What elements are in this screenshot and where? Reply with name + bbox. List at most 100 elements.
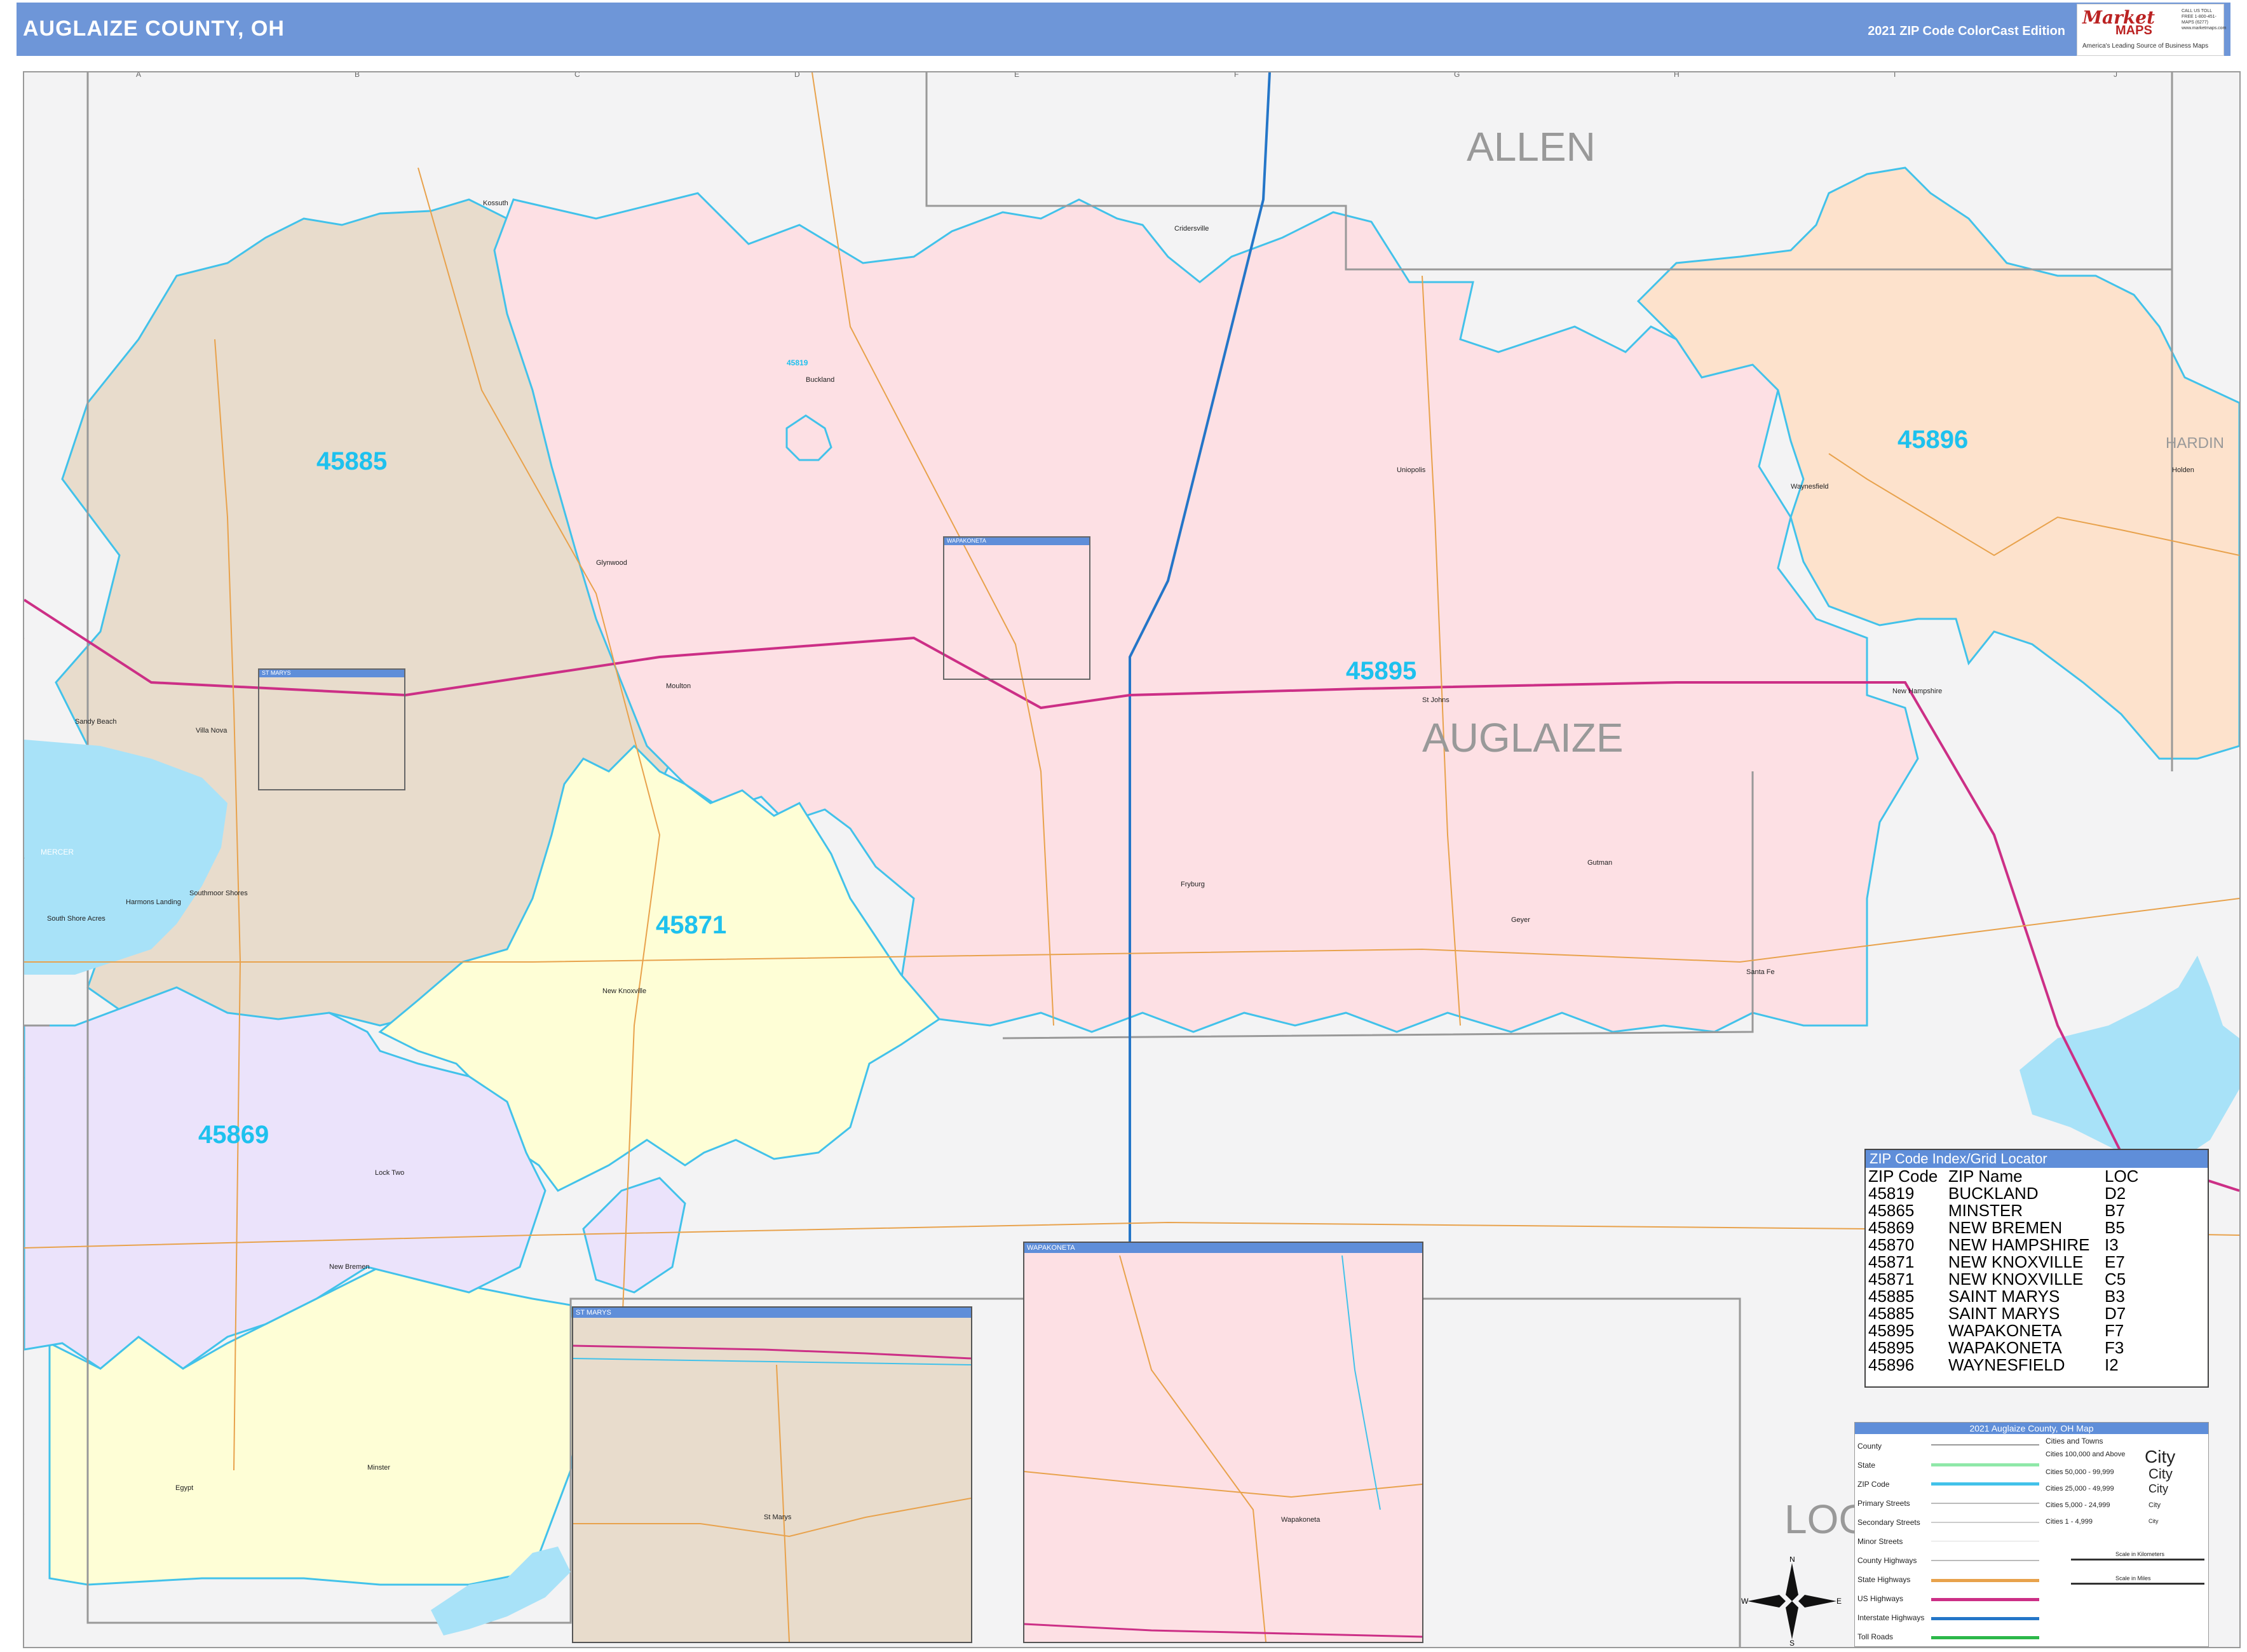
town-santa-fe: Santa Fe: [1746, 968, 1775, 976]
county-label-hardin: HARDIN: [2166, 435, 2225, 452]
map-legend: 2021 Auglaize County, OH Map County Stat…: [1854, 1422, 2209, 1647]
legend-swatch-secondary: [1931, 1522, 2039, 1523]
inset-box-st-marys[interactable]: ST MARYS: [258, 668, 405, 790]
zip-index-title: ZIP Code Index/Grid Locator: [1866, 1150, 2208, 1168]
zip-index-row: 45865 MINSTER B7: [1868, 1202, 2142, 1219]
zip-index-loc: B7: [2105, 1201, 2125, 1220]
zip-index-zip: 45895: [1868, 1321, 1915, 1340]
zip-index-loc: F3: [2105, 1338, 2124, 1357]
zip-index-loc: E7: [2105, 1252, 2125, 1271]
zip-index-row: 45885 SAINT MARYS D7: [1868, 1305, 2142, 1322]
legend-swatch-interstate: [1931, 1617, 2039, 1620]
legend-swatch-state-hwy: [1931, 1579, 2039, 1582]
legend-item-minor-streets: Minor Streets: [1857, 1537, 1903, 1546]
town-sandy-beach: Sandy Beach: [75, 718, 117, 726]
legend-city-class-5: Cities 1 - 4,999: [2046, 1518, 2093, 1526]
zip-index-table: ZIP Code Index/Grid Locator ZIP Code ZIP…: [1864, 1149, 2209, 1388]
legend-swatch-zip: [1931, 1482, 2039, 1486]
zip-label-45871: 45871: [656, 911, 727, 939]
zip-index-name: BUCKLAND: [1948, 1184, 2039, 1203]
zip-index-loc: F7: [2105, 1321, 2124, 1340]
scale-bar-km: [2071, 1559, 2204, 1561]
grid-row-5: 5: [24, 1073, 25, 1081]
zip-index-row: 45871 NEW KNOXVILLE E7: [1868, 1254, 2142, 1271]
map-header: AUGLAIZE COUNTY, OH 2021 ZIP Code ColorC…: [17, 3, 2230, 56]
zip-index-zip: 45885: [1868, 1304, 1915, 1323]
town-lock-two: Lock Two: [375, 1169, 405, 1177]
zip-index-name: SAINT MARYS: [1948, 1287, 2060, 1306]
grid-col-g: G: [1454, 71, 1460, 79]
grid-col-d: D: [794, 71, 800, 79]
town-harmons-landing: Harmons Landing: [126, 898, 181, 906]
market-maps-logo: Market MAPS America's Leading Source of …: [2077, 4, 2226, 56]
zip-index-grid: ZIP Code ZIP Name LOC 45819 BUCKLAND D2 45…: [1868, 1168, 2142, 1374]
inset-map-st-marys[interactable]: ST MARYS St Marys: [572, 1306, 972, 1643]
grid-col-f: F: [1234, 71, 1239, 79]
compass-s: S: [1789, 1639, 1795, 1646]
zip-label-45869: 45869: [198, 1121, 269, 1149]
map-title: AUGLAIZE COUNTY, OH: [23, 17, 285, 41]
legend-city-sample-2: City: [2149, 1466, 2173, 1482]
inset-box-wapakoneta[interactable]: WAPAKONETA: [943, 536, 1090, 680]
grid-row-6: 6: [24, 1292, 25, 1301]
zip-index-name: SAINT MARYS: [1948, 1304, 2060, 1323]
legend-city-class-3: Cities 25,000 - 49,999: [2046, 1485, 2114, 1493]
legend-swatch-toll: [1931, 1636, 2039, 1639]
grid-col-e: E: [1014, 71, 1020, 79]
grid-col-j: J: [2114, 71, 2117, 79]
zip-index-zip: 45895: [1868, 1338, 1915, 1357]
zip-index-loc: C5: [2105, 1269, 2126, 1289]
grid-row-2: 2: [24, 413, 25, 422]
grid-row-4: 4: [24, 853, 25, 862]
legend-city-sample-3: City: [2149, 1482, 2168, 1495]
compass-w: W: [1741, 1597, 1749, 1606]
compass-rose-icon: N S W E: [1741, 1557, 1842, 1646]
town-egypt: Egypt: [175, 1484, 194, 1492]
zip-index-row: 45870 NEW HAMPSHIRE I3: [1868, 1236, 2142, 1254]
zip-index-zip: 45896: [1868, 1355, 1915, 1374]
grid-row-1: 1: [24, 193, 25, 202]
grid-col-i: I: [1894, 71, 1896, 79]
grid-col-c: C: [574, 71, 580, 79]
edition-label: 2021 ZIP Code ColorCast Edition: [1868, 24, 2065, 38]
legend-item-state: State: [1857, 1461, 1876, 1470]
logo-text-maps: MAPS: [2115, 24, 2152, 37]
legend-cities-header: Cities and Towns: [2046, 1437, 2103, 1446]
legend-title: 2021 Auglaize County, OH Map: [1855, 1423, 2208, 1434]
legend-item-state-highways: State Highways: [1857, 1575, 1911, 1584]
legend-item-us-highways: US Highways: [1857, 1594, 1904, 1603]
town-cridersville: Cridersville: [1174, 225, 1209, 233]
town-uniopolis: Uniopolis: [1397, 466, 1426, 474]
zip-label-45885: 45885: [316, 447, 388, 475]
logo-tagline: America's Leading Source of Business Map…: [2082, 43, 2209, 50]
legend-item-interstate-highways: Interstate Highways: [1857, 1613, 1925, 1622]
legend-city-sample-4: City: [2149, 1501, 2161, 1509]
town-buckland: Buckland: [806, 376, 835, 384]
legend-item-zip-code: ZIP Code: [1857, 1480, 1890, 1489]
zip-index-name: NEW KNOXVILLE: [1948, 1252, 2084, 1271]
town-new-bremen: New Bremen: [329, 1263, 370, 1271]
zip-index-zip: 45885: [1868, 1287, 1915, 1306]
zip-index-loc: B5: [2105, 1218, 2125, 1237]
legend-swatch-primary: [1931, 1503, 2039, 1504]
zip-index-name: WAPAKONETA: [1948, 1338, 2062, 1357]
town-st-johns: St Johns: [1422, 696, 1449, 704]
legend-item-primary-streets: Primary Streets: [1857, 1499, 1910, 1508]
zip-index-loc: I3: [2105, 1235, 2119, 1254]
zip-index-name: NEW KNOXVILLE: [1948, 1269, 2084, 1289]
zip-index-header-row: ZIP Code ZIP Name LOC: [1868, 1168, 2142, 1185]
legend-city-sample-5: City: [2149, 1518, 2159, 1524]
zip-index-loc: B3: [2105, 1287, 2125, 1306]
zip-area-45869-east: [582, 1177, 686, 1294]
map-canvas[interactable]: A B C D E F G H I J 1 2 3 4 5 6 7 ALLEN …: [23, 71, 2241, 1648]
indian-lake: [2020, 956, 2239, 1165]
grid-col-h: H: [1674, 71, 1680, 79]
zip-index-header-loc: LOC: [2105, 1167, 2139, 1186]
zip-index-header-zip: ZIP Code: [1868, 1167, 1938, 1186]
inset-map-wapakoneta[interactable]: WAPAKONETA Wapakoneta: [1023, 1242, 1423, 1643]
town-southmoor-shores: Southmoor Shores: [189, 890, 248, 897]
town-holden: Holden: [2172, 466, 2194, 474]
legend-swatch-county: [1931, 1444, 2039, 1446]
zip-index-name: NEW BREMEN: [1948, 1218, 2063, 1237]
zip-index-row: 45895 WAPAKONETA F7: [1868, 1322, 2142, 1339]
